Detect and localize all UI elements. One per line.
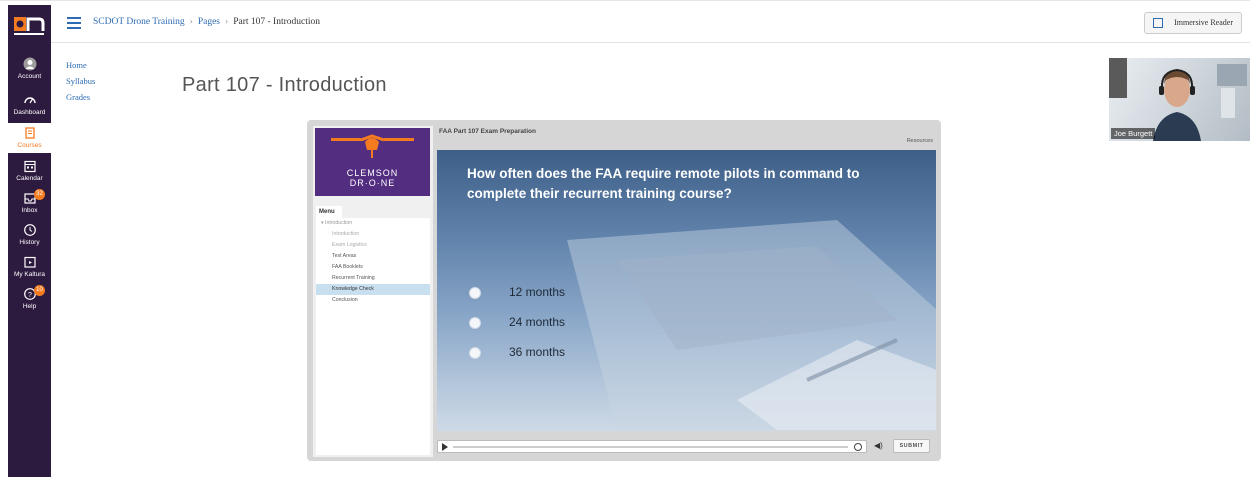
nav-label-help: Help — [22, 303, 37, 310]
nav-courses[interactable]: Courses — [8, 123, 51, 153]
on-logo[interactable] — [13, 11, 46, 37]
menu-item-conclusion[interactable]: Conclusion — [316, 295, 430, 306]
nav-history[interactable]: History — [8, 223, 51, 251]
radio-button[interactable] — [469, 317, 481, 329]
play-icon[interactable] — [442, 443, 448, 451]
nav-label-my-kaltura: My Kaltura — [13, 271, 46, 278]
menu-tab[interactable]: Menu — [316, 206, 342, 218]
history-icon — [23, 224, 36, 236]
submit-button[interactable]: SUBMIT — [893, 439, 930, 453]
menu-item-introduction[interactable]: Introduction — [316, 229, 430, 240]
menu-list: ▾ Introduction Introduction Exam Logisti… — [316, 218, 430, 455]
radio-button[interactable] — [469, 347, 481, 359]
quiz-slide: How often does the FAA require remote pi… — [437, 150, 936, 431]
menu-item-knowledge-check[interactable]: Knowledge Check — [316, 284, 430, 295]
nav-label-inbox: Inbox — [21, 207, 38, 214]
course-nav-syllabus[interactable]: Syllabus — [66, 76, 95, 86]
logo-text-clemson: CLEMSON — [346, 168, 399, 178]
seek-bar[interactable] — [453, 446, 848, 448]
courses-icon — [24, 127, 35, 139]
nav-account[interactable]: Account — [8, 55, 51, 85]
course-nav-grades[interactable]: Grades — [66, 92, 95, 102]
breadcrumb-course[interactable]: SCDOT Drone Training — [93, 17, 185, 27]
webcam-video: Joe Burgett — [1109, 58, 1250, 141]
global-nav: Account Dashboard Courses Calendar Inbox… — [8, 5, 51, 477]
nav-my-kaltura[interactable]: My Kaltura — [8, 255, 51, 283]
nav-label-history: History — [19, 239, 40, 246]
nav-label-dashboard: Dashboard — [13, 109, 46, 116]
quiz-question: How often does the FAA require remote pi… — [467, 166, 860, 201]
top-border — [0, 0, 1250, 4]
answer-label: 12 months — [509, 285, 566, 299]
resources-link[interactable]: Resources — [907, 138, 933, 144]
player-controls: ◀) SUBMIT — [437, 438, 936, 455]
menu-item-introduction-group[interactable]: ▾ Introduction — [316, 218, 430, 229]
breadcrumb-current: Part 107 - Introduction — [233, 17, 320, 27]
course-nav: Home Syllabus Grades — [66, 60, 95, 108]
top-header: SCDOT Drone Training › Pages › Part 107 - In… — [51, 5, 1250, 43]
immersive-reader-icon — [1153, 18, 1163, 28]
player-sidebar: CLEMSON DR·O·NE Menu ▾ Introduction Intr… — [313, 126, 433, 457]
immersive-reader-label: Immersive Reader — [1174, 18, 1233, 27]
answer-label: 36 months — [509, 345, 566, 359]
nav-dashboard[interactable]: Dashboard — [8, 93, 51, 121]
svg-text:?: ? — [28, 292, 32, 299]
player-title: FAA Part 107 Exam Preparation — [439, 128, 536, 135]
menu-item-recurrent-training[interactable]: Recurrent Training — [316, 273, 430, 284]
seek-bar-container — [437, 440, 867, 453]
nav-calendar[interactable]: Calendar — [8, 159, 51, 187]
breadcrumb: SCDOT Drone Training › Pages › Part 107 - In… — [93, 17, 320, 27]
logo-text-drone: DR·O·NE — [349, 178, 396, 188]
dashboard-icon — [23, 97, 36, 104]
breadcrumb-pages[interactable]: Pages — [198, 17, 220, 27]
webcam-name-label: Joe Burgett — [1111, 128, 1156, 139]
course-player: CLEMSON DR·O·NE Menu ▾ Introduction Intr… — [307, 120, 941, 461]
course-nav-home[interactable]: Home — [66, 60, 95, 70]
kaltura-icon — [23, 256, 36, 268]
replay-icon[interactable] — [854, 443, 862, 451]
nav-help[interactable]: ? Help 10 — [8, 285, 51, 315]
menu-item-exam-logistics[interactable]: Exam Logistics — [316, 240, 430, 251]
menu-item-label: Introduction — [325, 220, 353, 226]
clemson-drone-logo: CLEMSON DR·O·NE — [315, 128, 430, 196]
menu-item-faa-booklets[interactable]: FAA Booklets — [316, 262, 430, 273]
menu-item-test-areas[interactable]: Test Areas — [316, 251, 430, 262]
nav-label-courses: Courses — [17, 142, 42, 149]
inbox-badge: 32 — [34, 189, 45, 200]
account-icon — [23, 57, 36, 71]
radio-button[interactable] — [469, 287, 481, 299]
immersive-reader-button[interactable]: Immersive Reader — [1144, 12, 1242, 34]
hamburger-menu-icon[interactable] — [67, 17, 81, 29]
nav-label-calendar: Calendar — [16, 175, 43, 182]
volume-icon[interactable]: ◀) — [874, 441, 884, 451]
presenter-figure — [1153, 68, 1201, 141]
drone-icon — [331, 134, 414, 158]
breadcrumb-separator: › — [189, 17, 193, 27]
page-title: Part 107 - Introduction — [182, 74, 387, 96]
breadcrumb-separator: › — [225, 17, 229, 27]
nav-inbox[interactable]: Inbox 32 — [8, 189, 51, 219]
answer-label: 24 months — [509, 315, 566, 329]
help-badge: 10 — [34, 285, 45, 296]
nav-label-account: Account — [17, 73, 42, 80]
calendar-icon — [23, 160, 36, 173]
laptop-background-image — [567, 220, 936, 430]
